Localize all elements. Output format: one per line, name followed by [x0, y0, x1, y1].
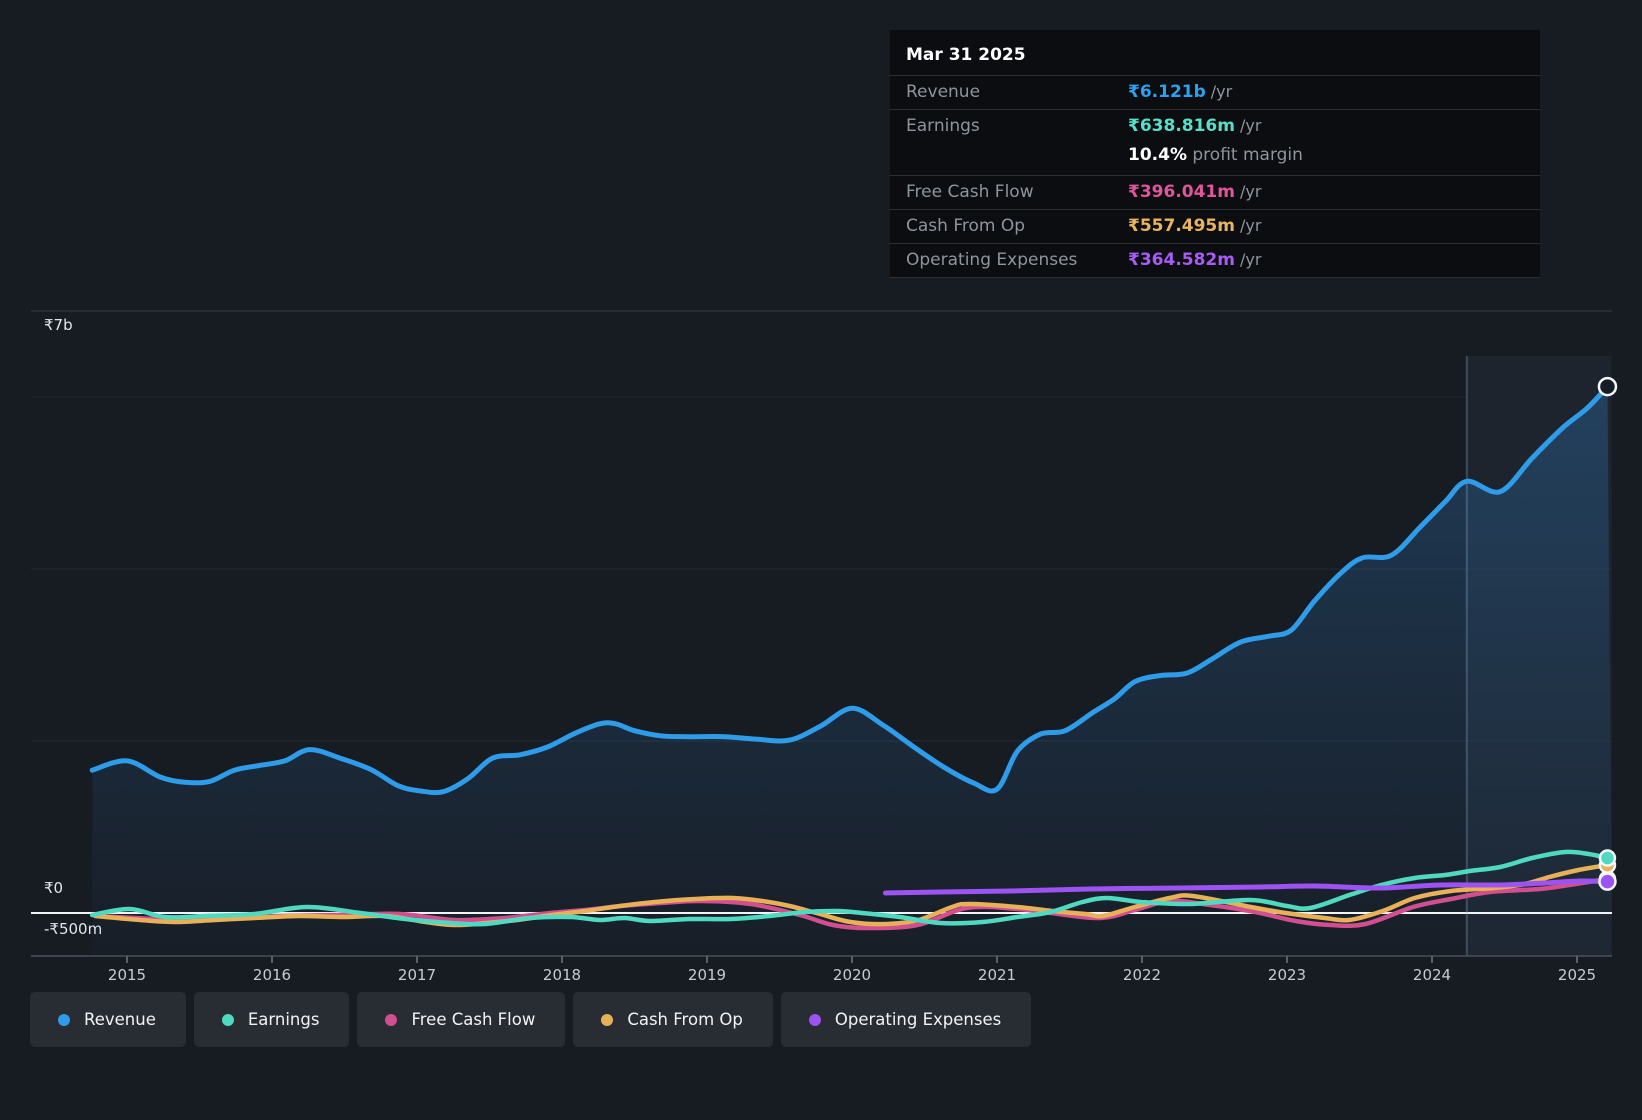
legend-dot-revenue: [58, 1013, 70, 1026]
tooltip-value-earnings: ₹638.816m/yr: [1128, 116, 1262, 136]
x-axis-label-2022: 2022: [1122, 966, 1162, 984]
endpoint-marker-earnings: [1598, 849, 1617, 867]
x-axis-label-2019: 2019: [687, 966, 727, 984]
x-axis-label-2017: 2017: [397, 966, 437, 984]
legend-free-cash-flow[interactable]: Free Cash Flow: [357, 992, 566, 1047]
legend-label-earnings: Earnings: [247, 1010, 320, 1029]
tooltip-value-revenue: ₹6.121b/yr: [1128, 82, 1233, 102]
legend-label-operating-expenses: Operating Expenses: [834, 1010, 1002, 1029]
legend-dot-cash-from-op: [601, 1013, 614, 1026]
endpoint-marker-revenue: [1597, 376, 1618, 397]
tooltip-rows: Revenue ₹6.121b/yr Earnings ₹638.816m/yr 10.…: [890, 75, 1540, 278]
tooltip-row-earnings: Earnings ₹638.816m/yr: [890, 109, 1540, 143]
tooltip-value-operating-expenses: ₹364.582m/yr: [1128, 250, 1262, 270]
x-axis-label-2025: 2025: [1557, 966, 1597, 984]
legend-label-cash-from-op: Cash From Op: [627, 1010, 743, 1029]
tooltip-row-revenue: Revenue ₹6.121b/yr: [890, 75, 1540, 109]
chart-tooltip: Mar 31 2025 Revenue ₹6.121b/yr Earnings ₹63…: [890, 30, 1540, 278]
legend-label-free-cash-flow: Free Cash Flow: [411, 1010, 536, 1029]
x-axis-label-2018: 2018: [542, 966, 582, 984]
tooltip-label-operating-expenses: Operating Expenses: [906, 250, 1078, 270]
tooltip-profit-margin: 10.4% profit margin: [1128, 145, 1303, 165]
y-axis-label: ₹7b: [44, 316, 73, 334]
y-axis-label: -₹500m: [44, 920, 103, 938]
tooltip-label-earnings: Earnings: [906, 116, 980, 136]
x-axis-label-2021: 2021: [977, 966, 1017, 984]
legend-dot-free-cash-flow: [385, 1013, 398, 1026]
tooltip-label-cash-from-op: Cash From Op: [906, 216, 1026, 236]
tooltip-value-cash-from-op: ₹557.495m/yr: [1128, 216, 1262, 236]
x-axis-label-2023: 2023: [1267, 966, 1307, 984]
legend-revenue[interactable]: Revenue: [30, 992, 186, 1047]
x-axis-label-2024: 2024: [1412, 966, 1452, 984]
legend-label-revenue: Revenue: [84, 1010, 156, 1029]
tooltip-label-revenue: Revenue: [906, 82, 981, 102]
financials-chart-page: ₹7b ₹0 -₹500m 2015 2016 2017 2018 2019 2020 2021…: [0, 0, 1642, 1120]
tooltip-date: Mar 31 2025: [906, 45, 1026, 65]
x-axis-label-2015: 2015: [107, 966, 147, 984]
tooltip-row-operating-expenses: Operating Expenses ₹364.582m/yr: [890, 243, 1540, 278]
legend-dot-earnings: [221, 1013, 234, 1026]
legend-dot-operating-expenses: [808, 1013, 821, 1026]
legend-cash-from-op[interactable]: Cash From Op: [573, 992, 773, 1047]
endpoint-marker-operating-expenses: [1598, 872, 1617, 891]
legend-operating-expenses[interactable]: Operating Expenses: [780, 992, 1032, 1047]
revenue-area: [92, 386, 1613, 957]
x-axis-label-2016: 2016: [252, 966, 292, 984]
tooltip-row-cash-from-op: Cash From Op ₹557.495m/yr: [890, 209, 1540, 243]
y-axis-label: ₹0: [44, 879, 64, 897]
x-axis-label-2020: 2020: [832, 966, 872, 984]
chart-legend: Revenue Earnings Free Cash Flow Cash From O…: [30, 992, 1032, 1047]
legend-earnings[interactable]: Earnings: [193, 992, 350, 1047]
tooltip-label-free-cash-flow: Free Cash Flow: [906, 182, 1034, 202]
tooltip-row-free-cash-flow: Free Cash Flow ₹396.041m/yr: [890, 175, 1540, 209]
tooltip-value-free-cash-flow: ₹396.041m/yr: [1128, 182, 1262, 202]
